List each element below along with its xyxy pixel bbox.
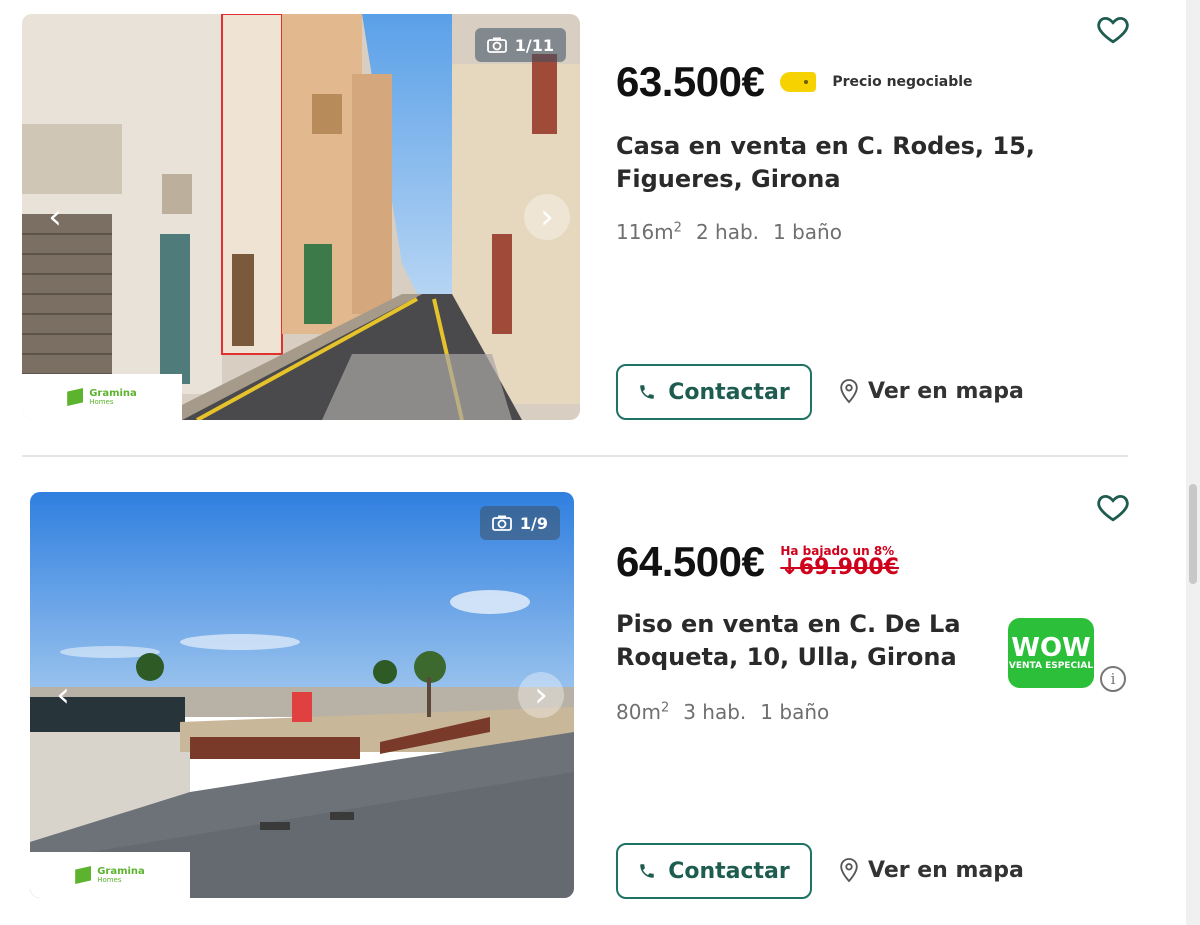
baths: 1 baño (760, 700, 830, 724)
area-value: 116m (616, 220, 674, 244)
price-drop: Ha bajado un 8% ↓69.900€ (780, 545, 899, 579)
listing-title[interactable]: Casa en venta en C. Rodes, 15, Figueres,… (616, 130, 1086, 196)
phone-icon (640, 385, 654, 399)
area: 116m2 (616, 220, 682, 244)
map-label: Ver en mapa (868, 857, 1024, 883)
heart-icon[interactable] (1096, 490, 1130, 524)
heart-icon[interactable] (1096, 12, 1130, 46)
photo-counter-text: 1/9 (519, 513, 548, 533)
listing-features: 80m2 3 hab. 1 baño (616, 700, 829, 724)
next-photo-button[interactable]: › (524, 194, 570, 240)
area-unit: 2 (660, 700, 670, 716)
scrollbar-thumb[interactable] (1189, 484, 1197, 584)
photo-counter-text: 1/11 (514, 35, 554, 55)
listing-divider (22, 455, 1128, 457)
prev-photo-button[interactable]: ‹ (32, 194, 78, 240)
wow-badge[interactable]: ¡WOW! VENTA ESPECIAL (999, 618, 1103, 688)
info-icon[interactable]: i (1100, 666, 1126, 692)
listing-info: 64.500€ Ha bajado un 8% ↓69.900€ Piso en… (616, 478, 1136, 918)
agency-name: Gramina (89, 387, 137, 399)
agency-logo[interactable]: Gramina Homes (30, 852, 190, 898)
negotiable-label: Precio negociable (832, 74, 973, 90)
wow-badge-main: ¡WOW! (999, 632, 1103, 663)
listing-card[interactable]: 1/9 ‹ › Gramina Homes 64.500€ Ha bajado … (0, 478, 1160, 918)
chevron-right-icon: › (534, 675, 548, 715)
next-photo-button[interactable]: › (518, 672, 564, 718)
photo-counter: 1/9 (479, 506, 560, 540)
area: 80m2 (616, 700, 669, 724)
listing-title[interactable]: Piso en venta en C. De La Roqueta, 10, U… (616, 608, 996, 674)
camera-icon (491, 515, 512, 531)
chevron-right-icon: › (540, 197, 554, 237)
listing-price: 64.500€ (616, 538, 765, 585)
rooms: 3 hab. (683, 700, 747, 724)
street-photo (22, 14, 580, 420)
view-map-link[interactable]: Ver en mapa (838, 857, 1024, 883)
photo-counter: 1/11 (474, 28, 566, 62)
wow-badge-sub: VENTA ESPECIAL (1008, 660, 1094, 671)
listing-photo[interactable]: 1/9 ‹ › Gramina Homes (30, 492, 574, 898)
agency-name: Gramina (97, 865, 145, 877)
price-row: 63.500€ Precio negociable (616, 58, 973, 106)
contact-label: Contactar (668, 379, 790, 405)
agency-logo-mark (75, 866, 92, 884)
map-pin-icon (840, 379, 858, 404)
agency-logo[interactable]: Gramina Homes (22, 374, 182, 420)
camera-icon (486, 37, 507, 53)
price-row: 64.500€ Ha bajado un 8% ↓69.900€ (616, 538, 899, 586)
agency-sub: Homes (89, 397, 114, 406)
agency-logo-mark (67, 388, 84, 406)
page-scrollbar[interactable] (1186, 0, 1200, 925)
map-label: Ver en mapa (868, 378, 1024, 404)
listing-price: 63.500€ (616, 58, 765, 105)
rooms: 2 hab. (695, 220, 760, 244)
view-map-link[interactable]: Ver en mapa (838, 378, 1024, 404)
old-price: ↓69.900€ (780, 555, 899, 580)
listing-card[interactable]: 1/11 ‹ › Gramina Homes 63.500€ Precio ne… (0, 0, 1160, 440)
chevron-left-icon: ‹ (48, 197, 62, 237)
tag-icon (780, 72, 817, 92)
map-pin-icon (840, 858, 858, 883)
contact-label: Contactar (668, 858, 790, 884)
listing-info: 63.500€ Precio negociable Casa en venta … (616, 0, 1136, 440)
chevron-left-icon: ‹ (56, 675, 70, 715)
listing-features: 116m2 2 hab. 1 baño (616, 220, 842, 244)
area-value: 80m (616, 700, 661, 724)
agency-sub: Homes (97, 875, 122, 884)
plaza-photo (30, 492, 574, 898)
prev-photo-button[interactable]: ‹ (40, 672, 86, 718)
baths: 1 baño (773, 220, 842, 244)
area-unit: 2 (673, 220, 682, 236)
contact-button[interactable]: Contactar (616, 364, 812, 420)
phone-icon (640, 864, 654, 878)
contact-button[interactable]: Contactar (616, 843, 812, 899)
listing-photo[interactable]: 1/11 ‹ › Gramina Homes (22, 14, 580, 420)
